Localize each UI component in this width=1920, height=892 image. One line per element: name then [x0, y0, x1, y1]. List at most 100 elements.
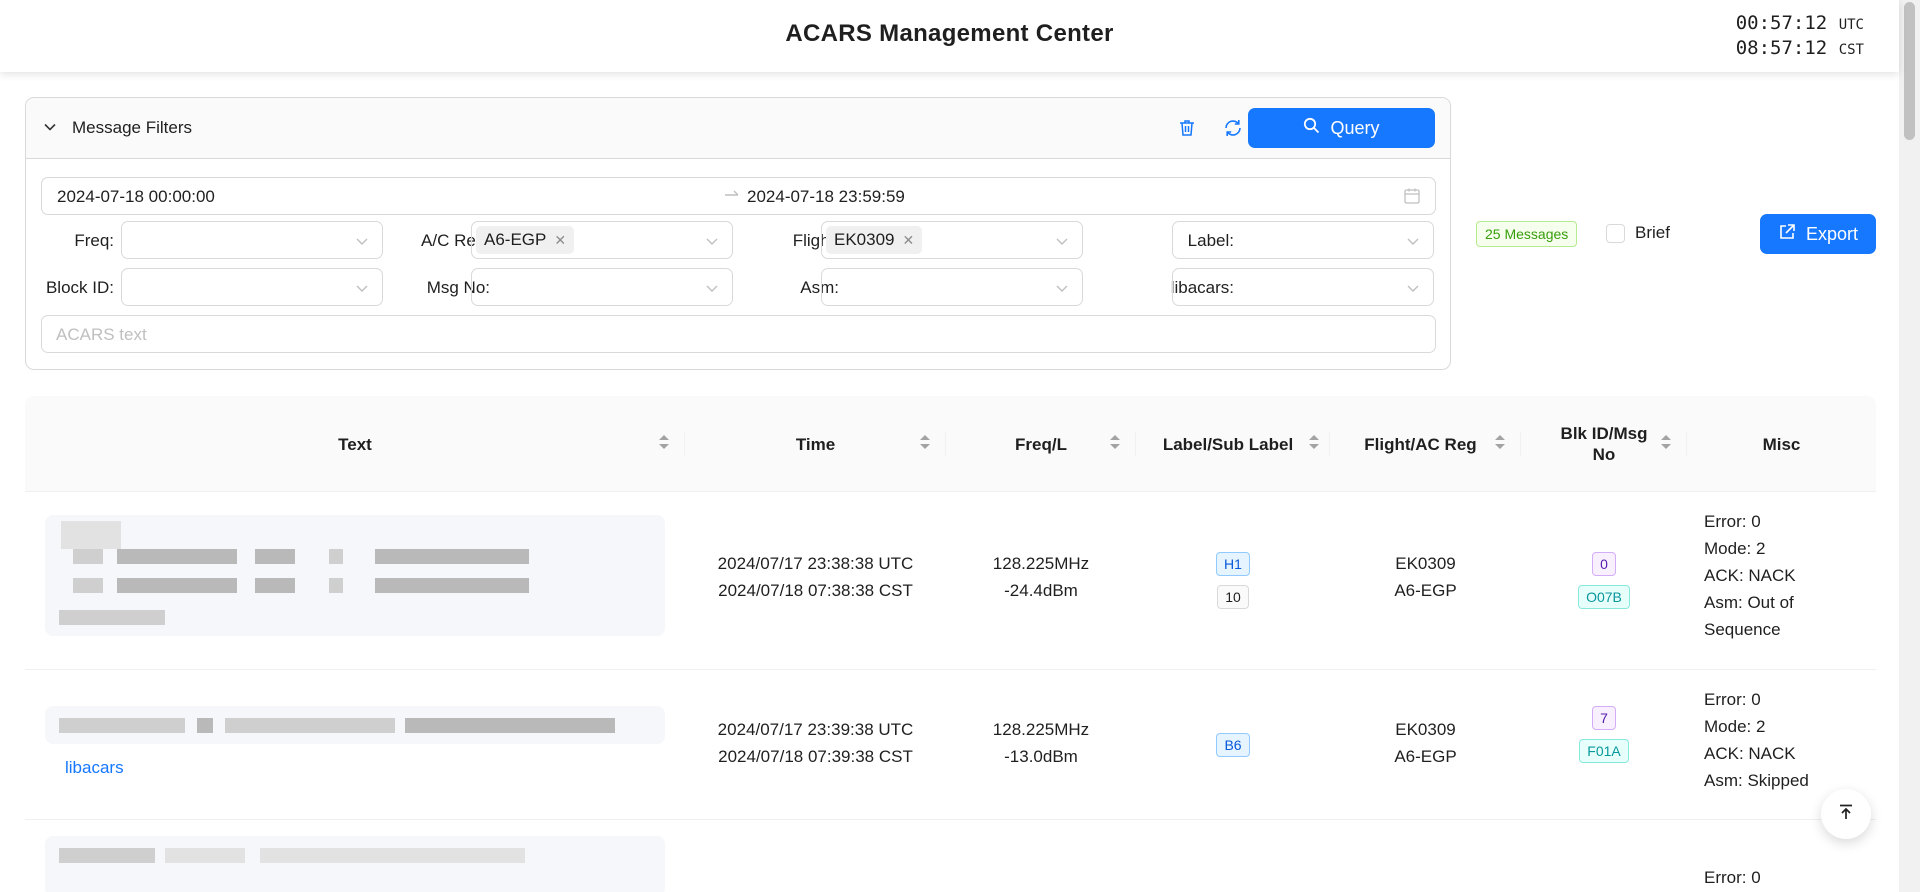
acars-text-input[interactable]: ACARS text: [41, 315, 1436, 353]
column-header-label: Misc: [1762, 434, 1801, 454]
calendar-icon[interactable]: [1403, 187, 1421, 210]
column-header-blk-msg[interactable]: Blk ID/Msg No: [1521, 396, 1687, 492]
msg-no-select[interactable]: [471, 268, 733, 306]
block-id-select[interactable]: [121, 268, 383, 306]
close-icon[interactable]: ✕: [554, 232, 566, 249]
filters-header[interactable]: Message Filters Query: [26, 98, 1450, 159]
column-header-label-sublabel[interactable]: Label/Sub Label: [1136, 396, 1330, 492]
block-id-tag: 7: [1592, 706, 1616, 730]
trash-icon[interactable]: [1174, 115, 1200, 141]
arrow-up-icon: [1837, 803, 1855, 826]
chevron-down-icon: [1054, 280, 1070, 301]
misc-error: Error: 0: [1704, 512, 1761, 531]
local-label: CST: [1838, 42, 1864, 58]
column-header-label: Flight/AC Reg: [1364, 434, 1477, 454]
message-filters-panel: Message Filters Query 2024-07-18 00:00:0…: [25, 97, 1451, 370]
back-to-top-button[interactable]: [1821, 789, 1871, 839]
time-cell: 2024/07/17 23:38:38 UTC 2024/07/18 07:38…: [685, 550, 946, 604]
date-range-picker[interactable]: 2024-07-18 00:00:00 2024-07-18 23:59:59: [41, 177, 1436, 215]
local-time: 08:57:12: [1735, 37, 1828, 59]
misc-error: Error: 0: [1704, 690, 1761, 709]
messages-table: Text Time Freq/L Label/Sub Label Flight/…: [25, 396, 1876, 892]
search-icon: [1303, 117, 1320, 139]
column-header-label: Blk ID/Msg No: [1560, 424, 1648, 464]
sort-icon[interactable]: [1308, 432, 1320, 457]
sort-icon[interactable]: [1494, 432, 1506, 457]
export-button[interactable]: Export: [1760, 214, 1876, 254]
chevron-down-icon: [354, 233, 370, 254]
refresh-icon[interactable]: [1220, 115, 1246, 141]
aircraft-reg: A6-EGP: [1394, 747, 1457, 766]
flight-select[interactable]: EK0309 ✕: [821, 221, 1083, 259]
clock: 00:57:12 UTC 08:57:12 CST: [1736, 12, 1864, 62]
checkbox[interactable]: [1606, 223, 1625, 243]
misc-cell: Error: 0 Mode: 2 ACK: NACK Asm: Out of S…: [1704, 508, 1874, 643]
column-header-freq[interactable]: Freq/L: [946, 396, 1136, 492]
frequency: 128.225MHz: [992, 554, 1090, 573]
table-row[interactable]: Error: 0: [25, 820, 1876, 892]
close-icon[interactable]: ✕: [903, 232, 915, 249]
sort-icon[interactable]: [1109, 432, 1121, 457]
query-label: Query: [1330, 117, 1380, 138]
app-header: ACARS Management Center 00:57:12 UTC 08:…: [0, 0, 1899, 72]
time-local: 2024/07/18 07:38:38 CST: [718, 581, 913, 600]
flight-reg-cell: EK0309 A6-EGP: [1330, 716, 1521, 770]
flight-tag[interactable]: EK0309 ✕: [826, 226, 923, 254]
flight-tag-label: EK0309: [834, 230, 895, 249]
libacars-link[interactable]: libacars: [65, 754, 124, 781]
misc-mode: Mode: 2: [1704, 717, 1766, 736]
chevron-down-icon: [1405, 233, 1421, 254]
frequency: 128.225MHz: [992, 720, 1090, 739]
label-cell: B6: [1136, 731, 1330, 758]
query-button[interactable]: Query: [1248, 108, 1435, 148]
column-header-label: Freq/L: [1015, 434, 1067, 454]
freq-select[interactable]: [121, 221, 383, 259]
chevron-down-icon: [704, 280, 720, 301]
export-icon: [1778, 223, 1796, 246]
chevron-down-icon[interactable]: [41, 118, 59, 136]
column-header-text[interactable]: Text: [25, 396, 685, 492]
label-select[interactable]: [1172, 221, 1434, 259]
date-end[interactable]: 2024-07-18 23:59:59: [747, 187, 905, 207]
block-id-label: Block ID:: [45, 278, 114, 297]
misc-mode: Mode: 2: [1704, 539, 1766, 558]
table-header: Text Time Freq/L Label/Sub Label Flight/…: [25, 396, 1876, 492]
misc-error: Error: 0: [1704, 868, 1761, 887]
date-start[interactable]: 2024-07-18 00:00:00: [57, 187, 215, 207]
ac-reg-tag-label: A6-EGP: [484, 230, 547, 249]
table-row[interactable]: libacars 2024/07/17 23:39:38 UTC 2024/07…: [25, 670, 1876, 820]
flight-reg-cell: EK0309 A6-EGP: [1330, 550, 1521, 604]
misc-cell: Error: 0 Mode: 2 ACK: NACK Asm: Skipped: [1704, 686, 1874, 794]
freq-label: Freq:: [74, 231, 114, 250]
sort-icon[interactable]: [1660, 432, 1672, 457]
sort-icon[interactable]: [658, 432, 670, 457]
column-header-flight-reg[interactable]: Flight/AC Reg: [1330, 396, 1521, 492]
block-id-tag: 0: [1592, 552, 1616, 576]
ac-reg-select[interactable]: A6-EGP ✕: [471, 221, 733, 259]
brief-label: Brief: [1635, 223, 1670, 242]
libacars-select[interactable]: [1172, 268, 1434, 306]
scrollbar-thumb[interactable]: [1904, 2, 1915, 140]
table-row[interactable]: 2024/07/17 23:38:38 UTC 2024/07/18 07:38…: [25, 492, 1876, 670]
message-text-blurred: [45, 706, 665, 744]
page-title: ACARS Management Center: [785, 20, 1114, 47]
column-header-label: Time: [795, 434, 836, 454]
brief-checkbox[interactable]: Brief: [1606, 223, 1670, 243]
signal-level: -13.0dBm: [1004, 747, 1078, 766]
flight-number: EK0309: [1395, 554, 1456, 573]
msg-no-tag: F01A: [1579, 739, 1629, 763]
utc-time: 00:57:12: [1735, 12, 1828, 34]
asm-select[interactable]: [821, 268, 1083, 306]
ac-reg-tag[interactable]: A6-EGP ✕: [476, 226, 575, 254]
misc-ack: ACK: NACK: [1704, 744, 1796, 763]
misc-ack: ACK: NACK: [1704, 566, 1796, 585]
message-text-blurred: [45, 836, 665, 892]
sort-icon[interactable]: [919, 432, 931, 457]
column-header-time[interactable]: Time: [685, 396, 946, 492]
chevron-down-icon: [1054, 233, 1070, 254]
page-scrollbar[interactable]: [1899, 0, 1920, 892]
chevron-down-icon: [354, 280, 370, 301]
misc-cell: Error: 0: [1704, 864, 1874, 891]
column-header-misc: Misc: [1687, 396, 1876, 492]
misc-asm: Asm: Out of: [1704, 593, 1794, 612]
